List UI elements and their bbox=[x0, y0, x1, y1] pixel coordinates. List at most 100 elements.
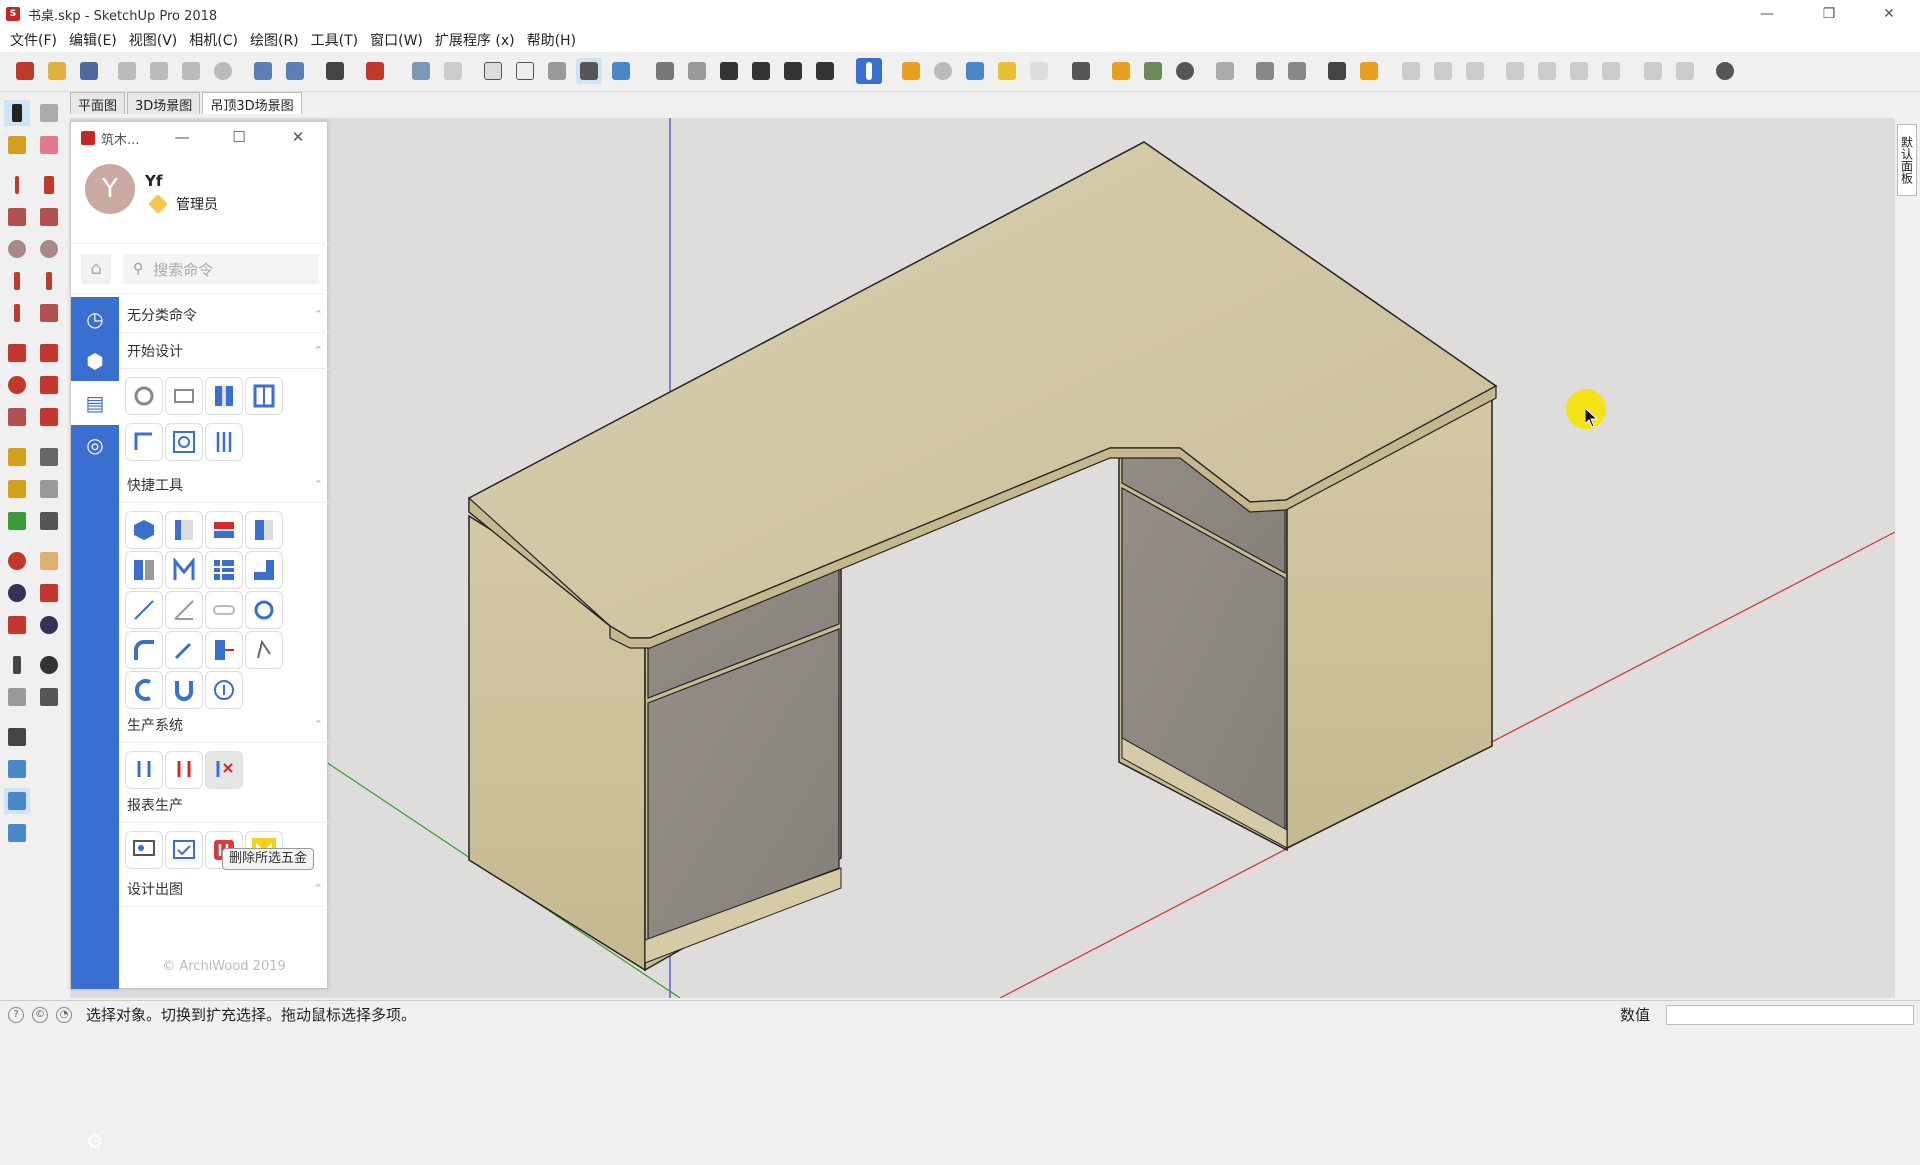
hidden-line-style-icon[interactable] bbox=[512, 58, 538, 84]
menu-camera[interactable]: 相机(C) bbox=[183, 30, 244, 50]
measure-diagonal-icon[interactable] bbox=[125, 591, 163, 629]
section-production-system[interactable]: 生产系统 ⌃ bbox=[119, 707, 329, 743]
cabinet-box-icon[interactable]: ▤ bbox=[71, 381, 119, 425]
model-cube-icon[interactable]: ⬢ bbox=[71, 339, 119, 383]
section-planes-icon[interactable] bbox=[4, 820, 30, 846]
cut-icon[interactable] bbox=[114, 58, 140, 84]
room-layout-icon[interactable] bbox=[165, 377, 203, 415]
c-profile-icon[interactable] bbox=[125, 671, 163, 709]
layout-6-icon[interactable] bbox=[1566, 58, 1592, 84]
model-info-icon[interactable] bbox=[362, 58, 388, 84]
menu-draw[interactable]: 绘图(R) bbox=[244, 30, 305, 50]
pan-icon[interactable] bbox=[36, 548, 62, 574]
move-icon[interactable] bbox=[4, 340, 30, 366]
hardware-install-icon[interactable] bbox=[125, 751, 163, 789]
user-account-icon[interactable]: ◔ bbox=[56, 1006, 72, 1023]
right-view-icon[interactable] bbox=[748, 58, 774, 84]
pie-icon[interactable] bbox=[36, 300, 62, 326]
zoom-icon[interactable] bbox=[4, 580, 30, 606]
sandbox-icon[interactable] bbox=[962, 58, 988, 84]
layout-7-icon[interactable] bbox=[1598, 58, 1624, 84]
shelf-red-icon[interactable] bbox=[205, 511, 243, 549]
rotate-circle-icon[interactable] bbox=[245, 591, 283, 629]
paste-icon[interactable] bbox=[178, 58, 204, 84]
iso-view-icon[interactable] bbox=[652, 58, 678, 84]
menu-tools[interactable]: 工具(T) bbox=[305, 30, 364, 50]
gear-frame-icon[interactable] bbox=[165, 423, 203, 461]
delete-hardware-icon[interactable] bbox=[205, 751, 243, 789]
copy-icon[interactable] bbox=[146, 58, 172, 84]
sliders-icon[interactable] bbox=[1252, 58, 1278, 84]
design-settings-gear-icon[interactable] bbox=[125, 377, 163, 415]
layout-8-icon[interactable] bbox=[1640, 58, 1666, 84]
panel-minimize-button[interactable]: — bbox=[171, 128, 193, 148]
section-cut-icon[interactable] bbox=[4, 756, 30, 782]
section-quick-tools[interactable]: 快捷工具 ⌃ bbox=[119, 467, 329, 503]
zoom-window-icon[interactable] bbox=[36, 580, 62, 606]
protractor-icon[interactable] bbox=[4, 476, 30, 502]
scale-icon[interactable] bbox=[4, 404, 30, 430]
dimension-icon[interactable] bbox=[36, 444, 62, 470]
hardware-red-icon[interactable] bbox=[165, 751, 203, 789]
polygon-icon[interactable] bbox=[36, 236, 62, 262]
tape-tool-icon[interactable] bbox=[994, 58, 1020, 84]
back-edges-style-icon[interactable] bbox=[440, 58, 466, 84]
geo-location-icon[interactable]: ? bbox=[8, 1006, 24, 1023]
rotate-icon[interactable] bbox=[4, 372, 30, 398]
two-point-arc-icon[interactable] bbox=[36, 268, 62, 294]
chat-icon[interactable] bbox=[1324, 58, 1350, 84]
split-panel-icon[interactable] bbox=[125, 551, 163, 589]
camera-icon[interactable] bbox=[1026, 58, 1052, 84]
layout-9-icon[interactable] bbox=[1672, 58, 1698, 84]
rounded-bar-icon[interactable] bbox=[205, 591, 243, 629]
tab-ceiling-3d-scene[interactable]: 吊顶3D场景图 bbox=[202, 92, 302, 114]
front-view-icon[interactable] bbox=[716, 58, 742, 84]
previous-view-icon[interactable] bbox=[36, 612, 62, 638]
tree-icon[interactable] bbox=[1140, 58, 1166, 84]
undo-icon[interactable] bbox=[250, 58, 276, 84]
layout-1-icon[interactable] bbox=[1398, 58, 1424, 84]
layout-4-icon[interactable] bbox=[1502, 58, 1528, 84]
look-around-icon[interactable] bbox=[36, 652, 62, 678]
panel-settings-gear-icon[interactable]: ⚙ bbox=[71, 1117, 119, 1165]
frame-panel-icon[interactable] bbox=[245, 377, 283, 415]
extension-shield-icon[interactable] bbox=[1108, 58, 1134, 84]
menu-window[interactable]: 窗口(W) bbox=[364, 30, 429, 50]
layout-2-icon[interactable] bbox=[1430, 58, 1456, 84]
refresh-icon[interactable] bbox=[930, 58, 956, 84]
recent-clock-icon[interactable]: ◷ bbox=[71, 297, 119, 341]
offset-icon[interactable] bbox=[36, 404, 62, 430]
info-shield-icon[interactable] bbox=[1356, 58, 1382, 84]
tab-3d-scene[interactable]: 3D场景图 bbox=[127, 92, 201, 114]
paint-bucket-icon[interactable] bbox=[4, 132, 30, 158]
adjust-sliders-icon[interactable] bbox=[205, 423, 243, 461]
section-report-production[interactable]: 报表生产 bbox=[119, 787, 329, 823]
follow-me-icon[interactable] bbox=[36, 372, 62, 398]
hand-pointer-icon[interactable] bbox=[245, 631, 283, 669]
text-tool-icon[interactable] bbox=[36, 476, 62, 502]
menu-extensions[interactable]: 扩展程序 (x) bbox=[429, 30, 521, 50]
door-arrow-icon[interactable] bbox=[205, 631, 243, 669]
rotated-rectangle-icon[interactable] bbox=[36, 204, 62, 230]
xray-style-icon[interactable] bbox=[408, 58, 434, 84]
close-button[interactable]: ✕ bbox=[1866, 0, 1912, 28]
open-file-icon[interactable] bbox=[44, 58, 70, 84]
avatar[interactable]: Y bbox=[85, 164, 135, 214]
model-viewport[interactable] bbox=[70, 118, 1895, 998]
angle-measure-icon[interactable] bbox=[165, 591, 203, 629]
push-pull-icon[interactable] bbox=[36, 340, 62, 366]
shaded-textures-style-icon[interactable] bbox=[576, 58, 602, 84]
menu-edit[interactable]: 编辑(E) bbox=[63, 30, 123, 50]
section-plane-icon[interactable] bbox=[36, 684, 62, 710]
menu-help[interactable]: 帮助(H) bbox=[521, 30, 582, 50]
u-profile-icon[interactable] bbox=[165, 671, 203, 709]
shield-add-icon[interactable] bbox=[898, 58, 924, 84]
left-view-icon[interactable] bbox=[812, 58, 838, 84]
section-display-icon[interactable] bbox=[4, 724, 30, 750]
axes-icon[interactable] bbox=[4, 508, 30, 534]
arc-icon[interactable] bbox=[4, 268, 30, 294]
freehand-icon[interactable] bbox=[36, 172, 62, 198]
three-point-arc-icon[interactable] bbox=[4, 300, 30, 326]
zoom-extents-icon[interactable] bbox=[4, 612, 30, 638]
select-tool-icon[interactable] bbox=[4, 100, 30, 126]
